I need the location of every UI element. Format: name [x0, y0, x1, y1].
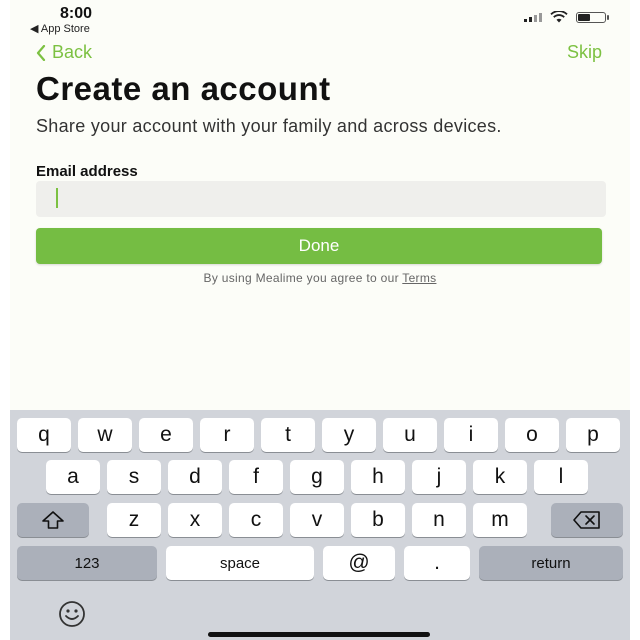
page-title: Create an account — [36, 70, 331, 107]
key-x[interactable]: x — [168, 503, 222, 537]
key-n[interactable]: n — [412, 503, 466, 537]
key-q[interactable]: q — [17, 418, 71, 452]
key-k[interactable]: k — [473, 460, 527, 494]
text-caret — [56, 188, 58, 208]
shift-key[interactable] — [17, 503, 89, 537]
skip-button[interactable]: Skip — [567, 42, 602, 63]
signal-icon — [524, 12, 542, 22]
emoji-icon[interactable] — [56, 598, 88, 630]
home-indicator[interactable] — [208, 632, 430, 637]
status-time: 8:00 — [60, 5, 93, 22]
key-z[interactable]: z — [107, 503, 161, 537]
chevron-left-icon — [36, 44, 46, 61]
key-i[interactable]: i — [444, 418, 498, 452]
key-f[interactable]: f — [229, 460, 283, 494]
key-d[interactable]: d — [168, 460, 222, 494]
key-s[interactable]: s — [107, 460, 161, 494]
key-l[interactable]: l — [534, 460, 588, 494]
key-e[interactable]: e — [139, 418, 193, 452]
key-u[interactable]: u — [383, 418, 437, 452]
key-w[interactable]: w — [78, 418, 132, 452]
phone-screen: 8:00 ◀ App Store Back Skip Create an acc… — [10, 0, 630, 640]
key-a[interactable]: a — [46, 460, 100, 494]
key-g[interactable]: g — [290, 460, 344, 494]
delete-key[interactable] — [551, 503, 623, 537]
key-p[interactable]: p — [566, 418, 620, 452]
numbers-key[interactable]: 123 — [17, 546, 157, 580]
key-m[interactable]: m — [473, 503, 527, 537]
key-b[interactable]: b — [351, 503, 405, 537]
delete-icon — [573, 511, 600, 529]
shift-icon — [42, 511, 64, 529]
status-indicators — [524, 11, 609, 23]
key-y[interactable]: y — [322, 418, 376, 452]
back-button[interactable]: Back — [36, 42, 92, 63]
email-label: Email address — [36, 163, 138, 180]
dot-key[interactable]: . — [404, 546, 470, 580]
back-label: Back — [52, 42, 93, 62]
key-r[interactable]: r — [200, 418, 254, 452]
key-t[interactable]: t — [261, 418, 315, 452]
key-c[interactable]: c — [229, 503, 283, 537]
wifi-icon — [550, 11, 568, 23]
done-button[interactable]: Done — [36, 228, 602, 264]
key-j[interactable]: j — [412, 460, 466, 494]
page-subtitle: Share your account with your family and … — [36, 116, 502, 136]
keyboard: q w e r t y u i o p a s d f g h j k l z … — [10, 410, 630, 640]
key-v[interactable]: v — [290, 503, 344, 537]
battery-icon — [576, 11, 609, 23]
terms-notice: By using Mealime you agree to our Terms — [10, 271, 630, 285]
email-field[interactable] — [36, 181, 606, 217]
return-key[interactable]: return — [479, 546, 623, 580]
key-o[interactable]: o — [505, 418, 559, 452]
key-h[interactable]: h — [351, 460, 405, 494]
terms-link[interactable]: Terms — [402, 271, 436, 285]
at-key[interactable]: @ — [323, 546, 395, 580]
back-to-app-store-link[interactable]: ◀ App Store — [30, 22, 90, 35]
space-key[interactable]: space — [166, 546, 314, 580]
terms-prefix: By using Mealime you agree to our — [203, 271, 403, 285]
